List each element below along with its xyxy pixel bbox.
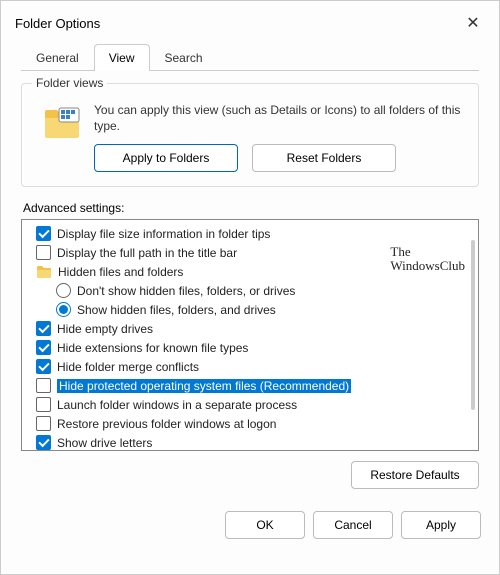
- item-label: Show hidden files, folders, and drives: [77, 303, 276, 317]
- radio-icon[interactable]: [56, 302, 71, 317]
- list-item[interactable]: Launch folder windows in a separate proc…: [36, 395, 476, 414]
- tab-search[interactable]: Search: [150, 44, 218, 71]
- checkbox-icon[interactable]: [36, 321, 51, 336]
- item-label: Display the full path in the title bar: [57, 246, 237, 260]
- folder-views-group: Folder views You can apply this view (su…: [21, 83, 479, 187]
- list-item[interactable]: Don't show hidden files, folders, or dri…: [36, 281, 476, 300]
- window-title: Folder Options: [15, 16, 100, 31]
- tab-general[interactable]: General: [21, 44, 94, 71]
- apply-to-folders-button[interactable]: Apply to Folders: [94, 144, 238, 172]
- list-item[interactable]: Show drive letters: [36, 433, 476, 451]
- checkbox-icon[interactable]: [36, 359, 51, 374]
- list-item[interactable]: Hide folder merge conflicts: [36, 357, 476, 376]
- list-item[interactable]: Restore previous folder windows at logon: [36, 414, 476, 433]
- list-item[interactable]: Display the full path in the title bar: [36, 243, 476, 262]
- list-item[interactable]: Hidden files and folders: [36, 262, 476, 281]
- item-label: Hidden files and folders: [58, 265, 183, 279]
- advanced-settings-label: Advanced settings:: [23, 201, 479, 215]
- list-item[interactable]: Display file size information in folder …: [36, 224, 476, 243]
- apply-button[interactable]: Apply: [401, 511, 481, 539]
- checkbox-icon[interactable]: [36, 435, 51, 450]
- checkbox-icon[interactable]: [36, 340, 51, 355]
- restore-defaults-button[interactable]: Restore Defaults: [351, 461, 479, 489]
- tab-strip: General View Search: [21, 43, 479, 71]
- item-label: Launch folder windows in a separate proc…: [57, 398, 297, 412]
- advanced-settings-listbox[interactable]: Display file size information in folder …: [21, 219, 479, 451]
- checkbox-icon[interactable]: [36, 226, 51, 241]
- item-label: Hide folder merge conflicts: [57, 360, 199, 374]
- item-label: Hide empty drives: [57, 322, 153, 336]
- radio-icon[interactable]: [56, 283, 71, 298]
- close-icon[interactable]: ✕: [461, 11, 485, 35]
- folder-icon: [42, 102, 82, 142]
- item-label: Show drive letters: [57, 436, 152, 450]
- checkbox-icon[interactable]: [36, 416, 51, 431]
- list-item[interactable]: Show hidden files, folders, and drives: [36, 300, 476, 319]
- ok-button[interactable]: OK: [225, 511, 305, 539]
- item-label: Don't show hidden files, folders, or dri…: [77, 284, 295, 298]
- cancel-button[interactable]: Cancel: [313, 511, 393, 539]
- scrollbar-thumb[interactable]: [471, 240, 475, 410]
- list-item[interactable]: Hide empty drives: [36, 319, 476, 338]
- item-label: Restore previous folder windows at logon: [57, 417, 276, 431]
- folder-views-desc: You can apply this view (such as Details…: [94, 102, 464, 134]
- folder-views-title: Folder views: [32, 76, 107, 90]
- checkbox-icon[interactable]: [36, 397, 51, 412]
- reset-folders-button[interactable]: Reset Folders: [252, 144, 396, 172]
- checkbox-icon[interactable]: [36, 378, 51, 393]
- item-label: Display file size information in folder …: [57, 227, 270, 241]
- list-item[interactable]: Hide protected operating system files (R…: [36, 376, 476, 395]
- checkbox-icon[interactable]: [36, 245, 51, 260]
- item-label: Hide protected operating system files (R…: [57, 379, 351, 393]
- list-item[interactable]: Hide extensions for known file types: [36, 338, 476, 357]
- tab-view[interactable]: View: [94, 44, 150, 71]
- item-label: Hide extensions for known file types: [57, 341, 248, 355]
- folder-icon: [36, 265, 52, 279]
